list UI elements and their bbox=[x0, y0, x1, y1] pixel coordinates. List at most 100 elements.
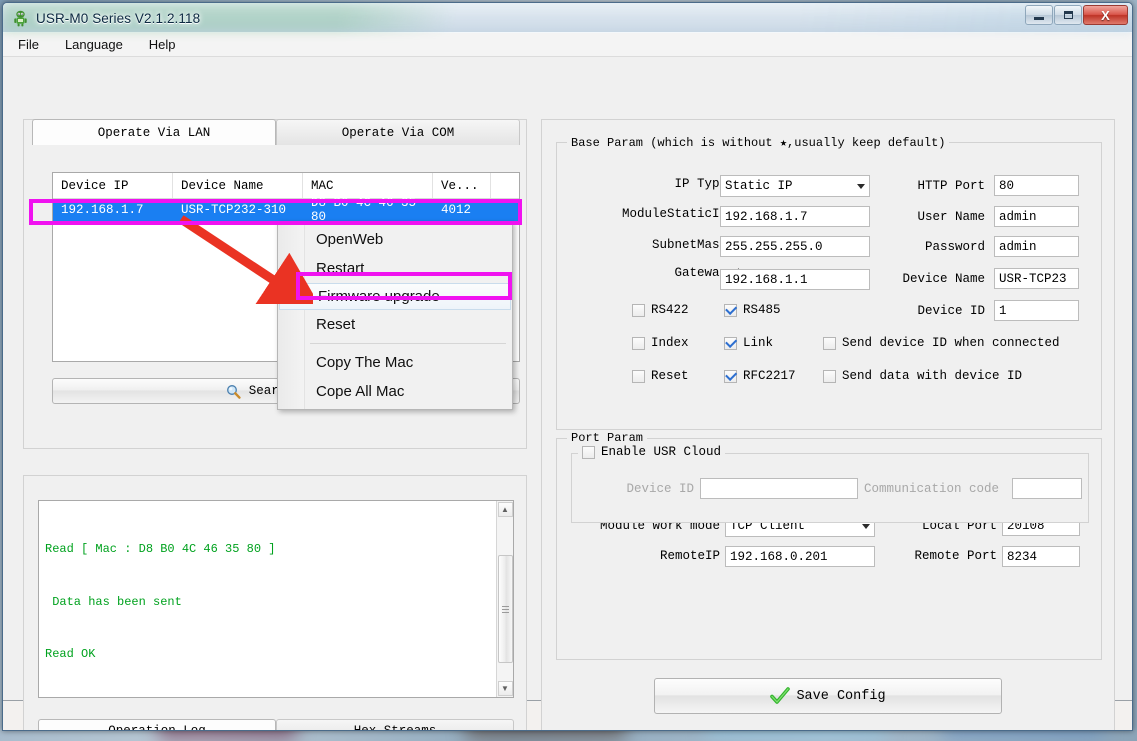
menu-item-file[interactable]: File bbox=[15, 35, 42, 54]
device-name-input[interactable]: USR-TCP23 bbox=[994, 268, 1079, 289]
column-header-mac[interactable]: MAC bbox=[303, 173, 433, 198]
window-title: USR-M0 Series V2.1.2.118 bbox=[36, 10, 201, 26]
title-bar: USR-M0 Series V2.1.2.118 X bbox=[3, 3, 1132, 33]
checkbox-send-device-id-when-connected[interactable]: Send device ID when connected bbox=[823, 336, 1060, 350]
log-panel: Read [ Mac : D8 B0 4C 46 35 80 ] Data ha… bbox=[23, 475, 527, 730]
log-scrollbar[interactable]: ▲ ▼ bbox=[496, 501, 513, 697]
label-user-name: User Name bbox=[917, 210, 985, 224]
checkbox-label: Send data with device ID bbox=[842, 369, 1023, 383]
ip-type-value: Static IP bbox=[725, 179, 793, 193]
label-ip-type: IP Type bbox=[674, 177, 727, 191]
scroll-down-icon[interactable]: ▼ bbox=[497, 681, 513, 696]
operate-tabstrip: Operate Via LAN Operate Via COM bbox=[32, 119, 520, 147]
context-menu-item-restart[interactable]: Restart bbox=[278, 254, 512, 283]
checkbox-link[interactable]: Link bbox=[724, 336, 773, 350]
http-port-input[interactable]: 80 bbox=[994, 175, 1079, 196]
title-bar-left: USR-M0 Series V2.1.2.118 bbox=[12, 3, 200, 33]
save-config-label: Save Config bbox=[796, 688, 886, 704]
device-table-header: Device IP Device Name MAC Ve... bbox=[53, 173, 519, 199]
checkbox-box-icon bbox=[582, 445, 595, 459]
minimize-button[interactable] bbox=[1025, 5, 1053, 25]
checkbox-box-icon bbox=[632, 303, 645, 317]
label-device-id: Device ID bbox=[917, 304, 985, 318]
green-check-icon bbox=[770, 687, 791, 705]
tab-hex-streams[interactable]: Hex Streams bbox=[276, 719, 514, 730]
log-tabstrip: Operation Log Hex Streams bbox=[38, 719, 514, 730]
close-button[interactable]: X bbox=[1083, 5, 1128, 25]
checkbox-label: RS422 bbox=[651, 303, 689, 317]
label-device-name: Device Name bbox=[902, 272, 985, 286]
checkbox-box-icon bbox=[632, 369, 645, 383]
table-row[interactable]: 192.168.1.7 USR-TCP232-310 D8 B0 4C 46 3… bbox=[53, 196, 519, 224]
checkbox-label: RFC2217 bbox=[743, 369, 796, 383]
checkbox-rfc2217[interactable]: RFC2217 bbox=[724, 369, 796, 383]
usr-cloud-group: Enable USR Cloud Device ID Communication… bbox=[571, 445, 1089, 523]
label-communication-code: Communication code bbox=[864, 482, 1000, 496]
context-menu-item-cope-all-mac[interactable]: Cope All Mac bbox=[278, 377, 512, 406]
column-header-device-ip[interactable]: Device IP bbox=[53, 173, 173, 198]
log-line: Read [ Mac : D8 B0 4C 46 35 80 ] bbox=[45, 542, 276, 556]
checkbox-rs422[interactable]: RS422 bbox=[632, 303, 689, 317]
log-box[interactable]: Read [ Mac : D8 B0 4C 46 35 80 ] Data ha… bbox=[38, 500, 514, 698]
config-panel: Base Param (which is without ★,usually k… bbox=[541, 119, 1115, 730]
subnet-mask-input[interactable]: 255.255.255.0 bbox=[720, 236, 870, 257]
checkbox-box-icon bbox=[632, 336, 645, 350]
scrollbar-track[interactable] bbox=[497, 517, 513, 681]
checkbox-label: Link bbox=[743, 336, 774, 350]
tab-operation-log[interactable]: Operation Log bbox=[38, 719, 276, 730]
label-http-port: HTTP Port bbox=[917, 179, 985, 193]
label-remote-port: Remote Port bbox=[914, 549, 997, 563]
context-menu-item-copy-the-mac[interactable]: Copy The Mac bbox=[278, 348, 512, 377]
log-line: Read OK bbox=[45, 647, 96, 661]
checkbox-index[interactable]: Index bbox=[632, 336, 689, 350]
context-menu-separator bbox=[310, 343, 506, 344]
menu-item-help[interactable]: Help bbox=[146, 35, 179, 54]
user-name-input[interactable]: admin bbox=[994, 206, 1079, 227]
tab-operate-via-com[interactable]: Operate Via COM bbox=[276, 119, 520, 145]
gateway-input[interactable]: 192.168.1.1 bbox=[720, 269, 870, 290]
checkbox-rs485[interactable]: RS485 bbox=[724, 303, 781, 317]
menu-item-language[interactable]: Language bbox=[62, 35, 126, 54]
ip-type-select[interactable]: Static IP bbox=[720, 175, 870, 197]
context-menu-item-firmware-upgrade[interactable]: Firmware upgrade bbox=[279, 283, 511, 310]
device-id-input[interactable]: 1 bbox=[994, 300, 1079, 321]
cell-device-name: USR-TCP232-310 bbox=[181, 203, 287, 217]
menu-bar: File Language Help bbox=[3, 33, 1132, 57]
label-subnet-mask: SubnetMask bbox=[651, 238, 727, 252]
app-logo-icon bbox=[12, 10, 29, 27]
save-config-button[interactable]: Save Config bbox=[654, 678, 1002, 714]
checkbox-reset[interactable]: Reset bbox=[632, 369, 689, 383]
cell-version: 4012 bbox=[441, 203, 472, 217]
scroll-up-icon[interactable]: ▲ bbox=[497, 502, 513, 517]
checkbox-label: RS485 bbox=[743, 303, 781, 317]
label-module-static-ip: ModuleStaticIP bbox=[621, 207, 727, 221]
tab-operate-via-lan[interactable]: Operate Via LAN bbox=[32, 119, 276, 145]
communication-code-input[interactable] bbox=[1012, 478, 1082, 499]
checkbox-label: Reset bbox=[651, 369, 689, 383]
log-text: Read [ Mac : D8 B0 4C 46 35 80 ] Data ha… bbox=[39, 501, 496, 697]
cell-mac: D8 B0 4C 46 35 80 bbox=[311, 196, 417, 224]
port-param-title: Port Param bbox=[567, 431, 648, 445]
application-window: USR-M0 Series V2.1.2.118 X File Language… bbox=[2, 2, 1133, 731]
column-header-device-name[interactable]: Device Name bbox=[173, 173, 303, 198]
checkbox-label: Send device ID when connected bbox=[842, 336, 1060, 350]
checkbox-send-data-with-device-id[interactable]: Send data with device ID bbox=[823, 369, 1022, 383]
scrollbar-grip-icon bbox=[501, 605, 509, 613]
client-area: Operate Via LAN Operate Via COM Device I… bbox=[3, 57, 1132, 730]
cloud-device-id-input[interactable] bbox=[700, 478, 858, 499]
label-remote-ip: RemoteIP bbox=[659, 549, 720, 563]
context-menu-item-openweb[interactable]: OpenWeb bbox=[278, 225, 512, 254]
module-static-ip-input[interactable]: 192.168.1.7 bbox=[720, 206, 870, 227]
label-password: Password bbox=[924, 240, 985, 254]
remote-ip-input[interactable]: 192.168.0.201 bbox=[725, 546, 875, 567]
scrollbar-thumb[interactable] bbox=[497, 555, 513, 663]
checkbox-box-icon bbox=[724, 369, 737, 383]
context-menu-item-reset[interactable]: Reset bbox=[278, 310, 512, 339]
maximize-button[interactable] bbox=[1054, 5, 1082, 25]
password-input[interactable]: admin bbox=[994, 236, 1079, 257]
checkbox-enable-usr-cloud[interactable]: Enable USR Cloud bbox=[578, 445, 726, 459]
checkbox-box-icon bbox=[724, 336, 737, 350]
column-header-version[interactable]: Ve... bbox=[433, 173, 491, 198]
base-param-group: Base Param (which is without ★,usually k… bbox=[556, 135, 1102, 430]
remote-port-input[interactable]: 8234 bbox=[1002, 546, 1080, 567]
